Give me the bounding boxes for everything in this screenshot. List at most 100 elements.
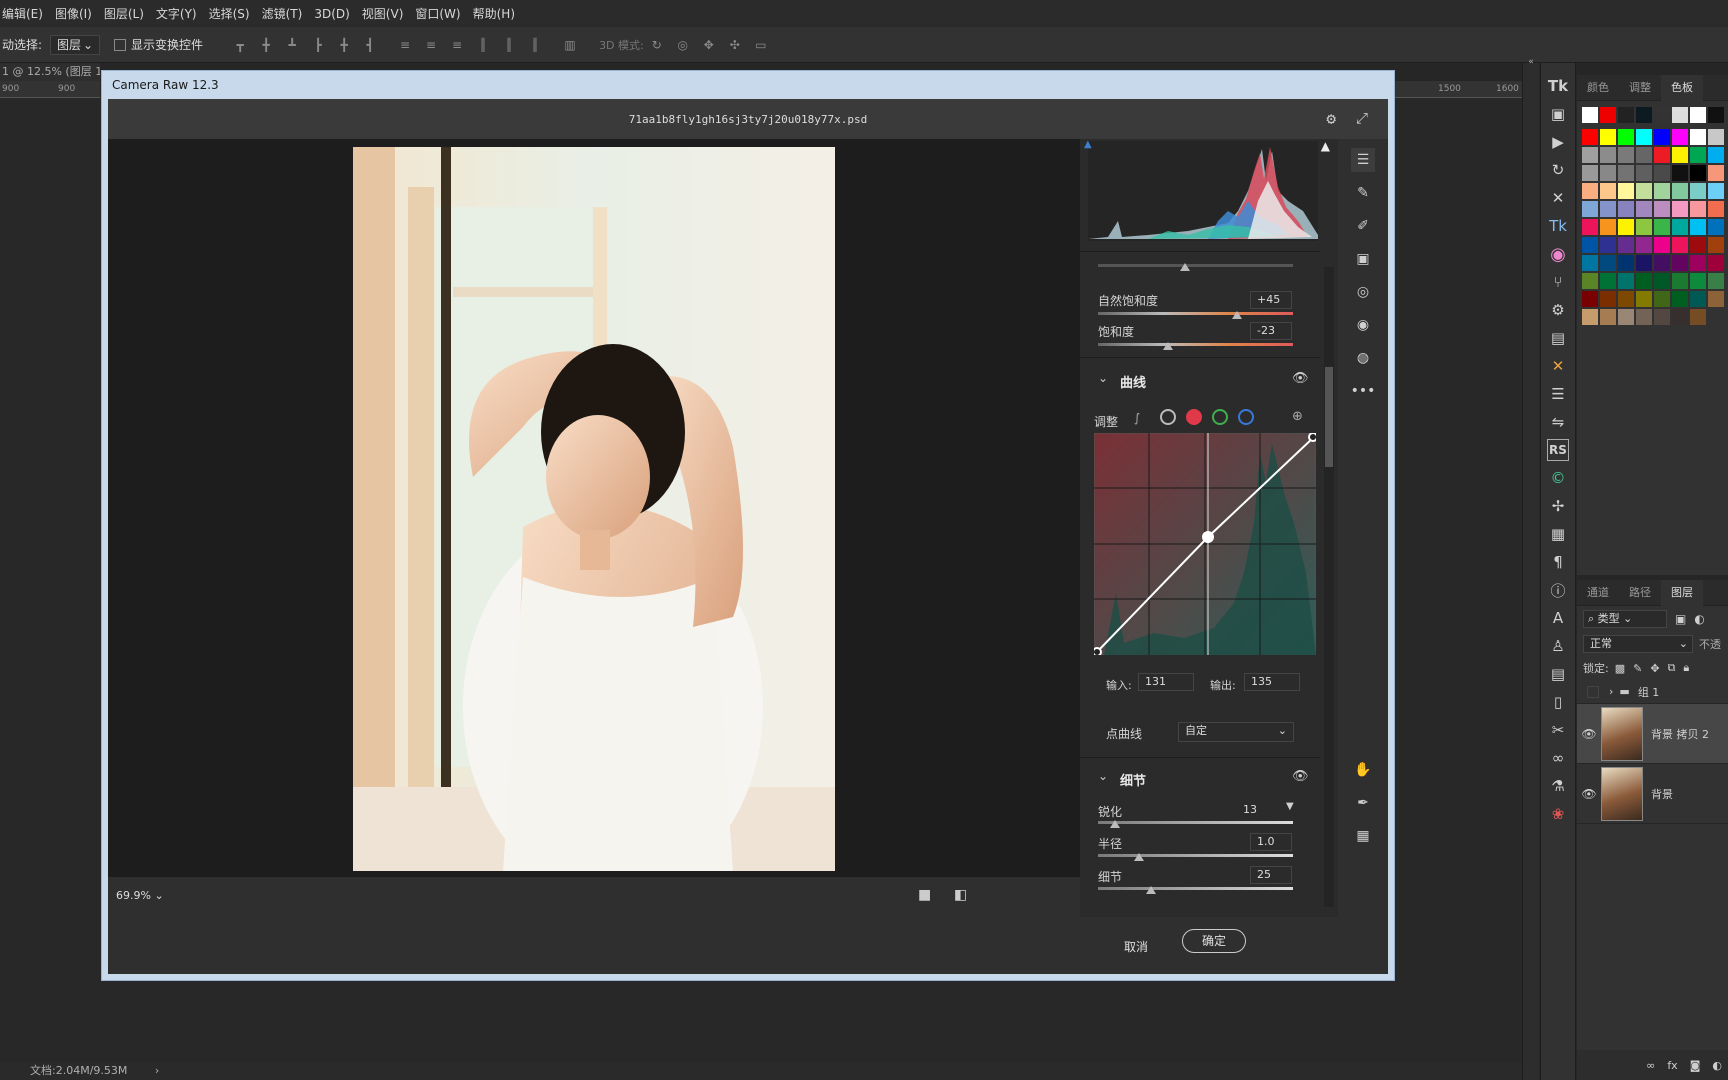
color-swatch[interactable] (1672, 309, 1688, 325)
color-swatch[interactable] (1600, 147, 1616, 163)
align-right-icon[interactable]: ┫ (362, 38, 378, 52)
image-filter-icon[interactable]: ▣ (1675, 612, 1686, 626)
color-swatch[interactable] (1600, 291, 1616, 307)
color-swatch[interactable] (1618, 237, 1634, 253)
color-swatch[interactable] (1690, 309, 1706, 325)
color-swatch[interactable] (1672, 129, 1688, 145)
sampler-icon[interactable]: ✒ (1351, 791, 1375, 815)
hand-icon[interactable]: ✋ (1351, 758, 1375, 782)
point-curve-white-icon[interactable] (1160, 409, 1176, 425)
tab-paths[interactable]: 路径 (1619, 580, 1661, 606)
fox-icon[interactable]: ❀ (1547, 803, 1569, 825)
fullscreen-icon[interactable]: ⤢ (1356, 109, 1368, 127)
align-center-icon[interactable]: ╋ (336, 38, 352, 52)
color-swatch[interactable] (1690, 129, 1706, 145)
color-swatch[interactable] (1636, 219, 1652, 235)
layer-filter-dropdown[interactable]: ⌕ 类型 ⌄ (1583, 610, 1667, 628)
brush-icon[interactable]: ✐ (1351, 214, 1375, 238)
3d-slide-icon[interactable]: ✣ (727, 38, 743, 52)
color-swatch[interactable] (1690, 165, 1706, 181)
menu-image[interactable]: 图像(I) (55, 5, 92, 22)
info-icon[interactable]: ⓘ (1547, 579, 1569, 601)
color-swatch[interactable] (1708, 201, 1724, 217)
scissors-icon[interactable]: ✂ (1547, 719, 1569, 741)
gear-icon[interactable]: ⚙ (1326, 109, 1336, 128)
color-swatch[interactable] (1618, 147, 1634, 163)
curve-point-black[interactable] (1094, 647, 1102, 655)
color-swatch[interactable] (1618, 201, 1634, 217)
lock-artboard-icon[interactable]: ⧉ (1668, 661, 1676, 675)
curve-section-title[interactable]: 曲线 (1120, 372, 1146, 391)
gradient-icon[interactable]: ▣ (1351, 247, 1375, 271)
menu-select[interactable]: 选择(S) (209, 5, 250, 22)
point-curve-dropdown[interactable]: 自定 ⌄ (1178, 722, 1294, 742)
color-swatch[interactable] (1618, 165, 1634, 181)
tab-channels[interactable]: 通道 (1577, 580, 1619, 606)
radius-thumb[interactable] (1134, 853, 1144, 861)
scrollbar[interactable] (1324, 267, 1334, 907)
chevron-right-icon[interactable]: › (155, 1064, 159, 1077)
edit-sliders-icon[interactable]: ☰ (1351, 148, 1375, 172)
lock-all-icon[interactable]: 🔒︎ (1683, 661, 1689, 675)
swatch-recent[interactable] (1672, 107, 1688, 123)
distribute-left-icon[interactable]: ║ (475, 38, 491, 52)
menu-filter[interactable]: 滤镜(T) (262, 5, 303, 22)
chevron-down-icon[interactable]: ⌄ (1098, 371, 1108, 385)
blend-mode-dropdown[interactable]: 正常 ⌄ (1583, 635, 1693, 653)
paragraph-icon[interactable]: ¶ (1547, 551, 1569, 573)
layer-row[interactable]: 👁︎ 背景 拷贝 2 (1577, 704, 1728, 764)
detail-thumb[interactable] (1146, 886, 1156, 894)
properties-icon[interactable]: ☰ (1547, 383, 1569, 405)
color-swatch[interactable] (1636, 201, 1652, 217)
3d-scale-icon[interactable]: ▭ (753, 38, 769, 52)
3d-orbit-icon[interactable]: ↻ (649, 38, 665, 52)
color-swatch[interactable] (1672, 165, 1688, 181)
eye-icon[interactable]: 👁︎ (1292, 371, 1309, 386)
color-swatch[interactable] (1708, 291, 1724, 307)
adjust-filter-icon[interactable]: ◐ (1694, 612, 1704, 626)
color-swatch[interactable] (1636, 129, 1652, 145)
saturation-slider[interactable] (1098, 343, 1293, 346)
tab-swatches[interactable]: 色板 (1661, 74, 1703, 101)
layer-row[interactable]: 👁︎ 背景 (1577, 764, 1728, 824)
align-left-icon[interactable]: ┣ (310, 38, 326, 52)
color-swatch[interactable] (1654, 219, 1670, 235)
align-bottom-icon[interactable]: ┻ (284, 38, 300, 52)
document-tab[interactable]: 1 @ 12.5% (图层 1, (0, 63, 100, 81)
menu-3d[interactable]: 3D(D) (314, 7, 349, 21)
color-swatch[interactable] (1582, 219, 1598, 235)
color-swatch[interactable] (1708, 273, 1724, 289)
link-icon[interactable]: ∞ (1547, 747, 1569, 769)
heal-icon[interactable]: ✎ (1351, 181, 1375, 205)
color-swatch[interactable] (1600, 273, 1616, 289)
lock-position-icon[interactable]: ✥ (1650, 662, 1659, 675)
targeted-adjust-icon[interactable]: ⊕ (1292, 409, 1303, 424)
align-middle-icon[interactable]: ╋ (258, 38, 274, 52)
menu-window[interactable]: 窗口(W) (415, 5, 460, 22)
green-channel-icon[interactable] (1212, 409, 1228, 425)
color-swatch[interactable] (1672, 201, 1688, 217)
scrollbar-thumb[interactable] (1325, 367, 1333, 467)
curve-point-mid[interactable] (1202, 531, 1214, 543)
radius-input[interactable]: 1.0 (1250, 833, 1292, 851)
tab-adjustments[interactable]: 调整 (1619, 75, 1661, 101)
3d-icon[interactable]: ▣ (1547, 103, 1569, 125)
distribute-middle-icon[interactable]: ≡ (423, 38, 439, 52)
brush-settings-icon[interactable]: ⑂ (1547, 271, 1569, 293)
more-icon[interactable]: ••• (1351, 379, 1376, 403)
color-swatch[interactable] (1690, 201, 1706, 217)
color-swatch[interactable] (1654, 147, 1670, 163)
tools-icon[interactable]: ✕ (1547, 187, 1569, 209)
color-swatch[interactable] (1618, 255, 1634, 271)
mask-icon[interactable]: ◙ (1690, 1059, 1701, 1072)
3d-roll-icon[interactable]: ◎ (675, 38, 691, 52)
menu-help[interactable]: 帮助(H) (473, 5, 515, 22)
sharpen-input[interactable]: 13 (1236, 801, 1278, 819)
color-swatch[interactable] (1636, 273, 1652, 289)
adjustment-layer-icon[interactable]: ◐ (1712, 1059, 1722, 1072)
input-field[interactable]: 131 (1138, 673, 1194, 691)
transform-icon[interactable]: ⇋ (1547, 411, 1569, 433)
distribute-center-icon[interactable]: ║ (501, 38, 517, 52)
collapse-icon[interactable]: « (1523, 57, 1539, 67)
color-swatch[interactable] (1582, 291, 1598, 307)
